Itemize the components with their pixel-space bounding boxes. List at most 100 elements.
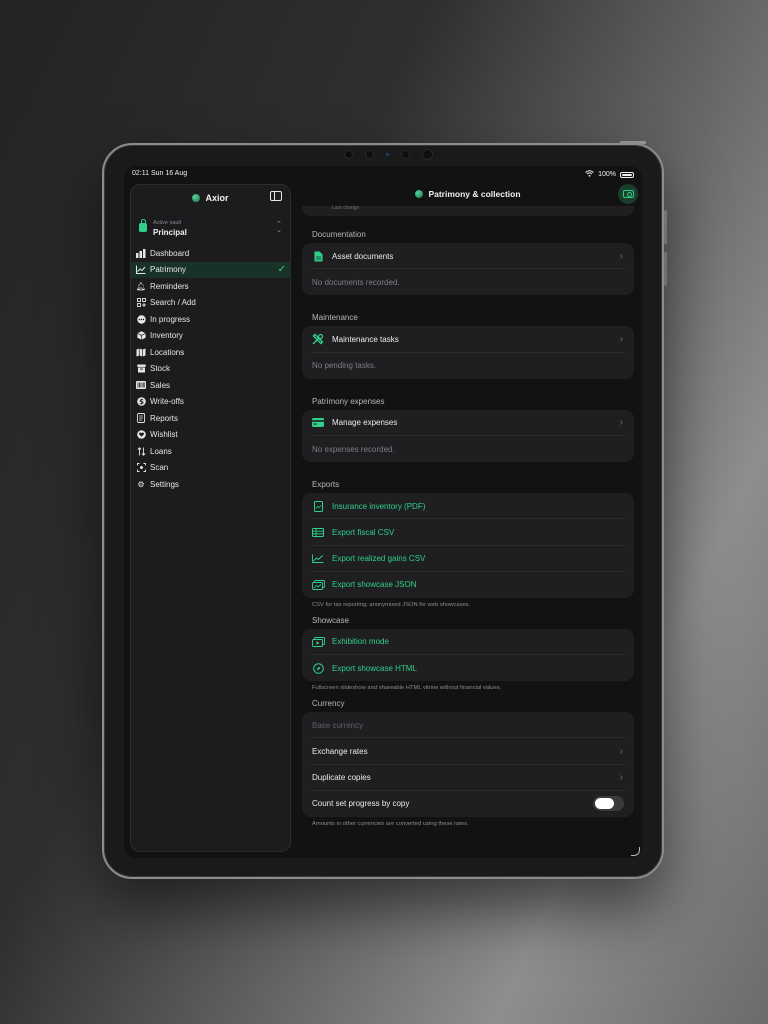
cube-icon — [136, 331, 146, 341]
app-title: Axior — [131, 190, 290, 206]
sensor-dot — [344, 149, 353, 159]
compass-icon — [311, 661, 325, 675]
export-showcase-json-row[interactable]: Export showcase JSON — [302, 572, 634, 598]
sidebar-item-loans[interactable]: Loans — [131, 443, 290, 460]
row-label: Export showcase JSON — [332, 580, 417, 590]
chevron-up-down-icon: ⌃ ⌄ — [276, 221, 282, 234]
page-title-label: Patrimony & collection — [428, 189, 521, 199]
section-title-expenses: Patrimony expenses — [312, 396, 385, 406]
sidebar-item-label: Stock — [150, 364, 171, 374]
base-currency-field[interactable]: Base currency — [302, 712, 634, 739]
sidebar-toggle-icon[interactable] — [270, 191, 282, 201]
camera-bar — [344, 148, 433, 160]
screen: 02:11 Sun 16 Aug 100% Axior Active vault… — [124, 166, 642, 858]
checkmark-icon: ✓ — [277, 263, 286, 275]
doc-text-icon — [136, 413, 146, 424]
battery-icon — [620, 171, 634, 178]
app-title-label: Axior — [205, 193, 229, 203]
sensor-dot — [401, 149, 410, 159]
card-maintenance: Maintenance tasks › No pending tasks. — [302, 326, 634, 379]
map-icon — [136, 347, 146, 357]
chevron-right-icon: › — [619, 333, 623, 345]
row-label: Insurance inventory (PDF) — [332, 501, 426, 511]
sidebar-item-locations[interactable]: Locations — [131, 344, 290, 361]
card-expenses: Manage expenses › No expenses recorded. — [302, 409, 634, 463]
document-icon — [311, 249, 325, 263]
sidebar-item-label: Dashboard — [150, 248, 190, 258]
maintenance-tasks-row[interactable]: Maintenance tasks › — [302, 326, 634, 353]
count-by-copy-toggle[interactable] — [593, 796, 624, 812]
exhibition-mode-row[interactable]: Exhibition mode — [302, 629, 634, 656]
wrench-screwdriver-icon — [311, 332, 325, 346]
page-title: Patrimony & collection — [294, 189, 642, 199]
row-label: Manage expenses — [332, 418, 398, 428]
photo-stack-icon — [311, 578, 325, 592]
sidebar-item-label: In progress — [150, 314, 191, 324]
svg-text:$: $ — [139, 398, 144, 406]
wifi-icon — [585, 170, 594, 179]
grid-plus-icon — [136, 298, 146, 308]
chart-line-uptrend-icon — [311, 552, 325, 566]
sidebar-item-stock[interactable]: Stock — [131, 361, 290, 378]
duplicate-copies-row[interactable]: Duplicate copies › — [302, 765, 634, 792]
vault-name: Principal — [153, 228, 187, 237]
row-label: Exchange rates — [312, 747, 368, 757]
previous-card-bottom: Last change — [302, 205, 634, 216]
card-currency: Base currency Exchange rates › Duplicate… — [302, 712, 634, 817]
chart-bar-icon — [136, 248, 146, 258]
sidebar-item-inventory[interactable]: Inventory — [131, 328, 290, 345]
bell-icon: 🔔︎ — [135, 281, 147, 291]
table-icon — [311, 525, 325, 539]
content-scroll[interactable]: Last change Documentation Asset document… — [302, 205, 634, 827]
chevron-right-icon: › — [619, 772, 623, 784]
row-label: Export realized gains CSV — [332, 554, 426, 564]
globe-icon — [415, 190, 424, 198]
sidebar-item-dashboard[interactable]: Dashboard — [131, 245, 290, 262]
section-title-maintenance: Maintenance — [312, 313, 358, 323]
credit-card-icon — [311, 416, 325, 430]
sidebar-item-write-offs[interactable]: $ Write-offs — [131, 394, 290, 411]
sidebar-nav: Dashboard Patrimony ✓ 🔔︎ Reminders Searc… — [131, 245, 290, 493]
vault-caption: Active vault — [153, 220, 182, 226]
sidebar-item-sales[interactable]: Sales — [131, 377, 290, 394]
sidebar-item-reports[interactable]: Reports — [131, 410, 290, 427]
manage-expenses-row[interactable]: Manage expenses › — [302, 410, 634, 437]
sidebar-item-patrimony[interactable]: Patrimony ✓ — [131, 261, 290, 278]
export-fiscal-csv-row[interactable]: Export fiscal CSV — [302, 519, 634, 546]
currency-footer: Amounts in other currencies are converte… — [312, 821, 469, 827]
sidebar-item-wishlist[interactable]: Wishlist — [131, 427, 290, 444]
photo-frame-icon — [622, 190, 634, 198]
empty-state-text: No expenses recorded. — [312, 444, 395, 454]
exchange-rates-row[interactable]: Exchange rates › — [302, 738, 634, 765]
sidebar-item-settings[interactable]: ⚙ Settings — [131, 476, 290, 493]
cut-off-text: Last change — [332, 205, 360, 211]
card-documentation: Asset documents › No documents recorded. — [302, 243, 634, 296]
sidebar-item-in-progress[interactable]: In progress — [131, 311, 290, 328]
count-set-progress-row: Count set progress by copy — [302, 791, 634, 817]
sidebar-item-label: Patrimony — [150, 265, 187, 275]
asset-documents-row[interactable]: Asset documents › — [302, 243, 634, 270]
status-right: 100% — [585, 170, 634, 179]
row-label: Export fiscal CSV — [332, 527, 395, 537]
sidebar-item-label: Write-offs — [150, 397, 184, 407]
vault-picker[interactable]: Active vault Principal ⌃ ⌄ — [137, 218, 284, 240]
sensor-dot — [365, 149, 374, 159]
sidebar-item-scan[interactable]: Scan — [131, 460, 290, 477]
export-realized-gains-row[interactable]: Export realized gains CSV — [302, 546, 634, 572]
showcase-button[interactable] — [618, 184, 638, 204]
barcode-icon — [136, 380, 146, 390]
sidebar-item-label: Sales — [150, 380, 171, 390]
sidebar-item-label: Locations — [150, 347, 185, 357]
sidebar-item-reminders[interactable]: 🔔︎ Reminders — [131, 278, 290, 295]
sidebar-item-search-add[interactable]: Search / Add — [131, 295, 290, 312]
sidebar-item-label: Inventory — [150, 331, 183, 341]
sidebar-item-label: Reports — [150, 413, 179, 423]
empty-state-text: No pending tasks. — [312, 361, 377, 371]
export-insurance-pdf-row[interactable]: Insurance inventory (PDF) — [302, 493, 634, 520]
lock-icon — [139, 219, 147, 232]
export-showcase-html-row[interactable]: Export showcase HTML — [302, 655, 634, 681]
sidebar: Axior Active vault Principal ⌃ ⌄ Dashboar… — [130, 184, 291, 852]
row-label: Count set progress by copy — [312, 799, 410, 809]
battery-percent: 100% — [598, 171, 616, 178]
scan-icon — [136, 463, 146, 473]
